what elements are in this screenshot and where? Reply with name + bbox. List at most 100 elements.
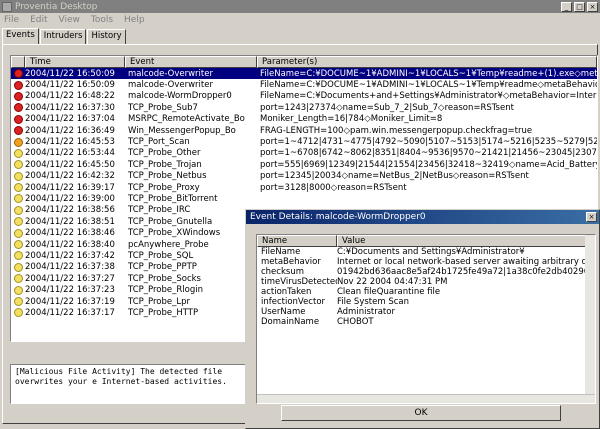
detail-value: C:¥Documents and Settings¥Administrator¥ [337, 247, 525, 257]
detail-value: File System Scan [337, 297, 409, 307]
event-row[interactable]: 2004/11/22 16:50:09 malcode-Overwriter Fil… [11, 68, 597, 80]
low-severity-icon [13, 285, 23, 295]
high-severity-icon [13, 103, 23, 113]
menu-help[interactable]: Help [124, 15, 145, 25]
event-cell: TCP_Probe_Gnutella [128, 216, 213, 227]
event-cell: TCP_Probe_PPTP [128, 262, 197, 273]
header-time[interactable]: Time [25, 56, 125, 68]
event-cell: TCP_Probe_Lpr [128, 296, 190, 307]
title-bar: Proventia Desktop _ □ × [0, 0, 600, 13]
severity-cell [11, 137, 25, 147]
low-severity-icon [13, 274, 23, 284]
menu-view[interactable]: View [59, 15, 80, 25]
parameter-cell: port=12345|20034◇name=NetBus_2|NetBus◇re… [260, 171, 529, 182]
header-name[interactable]: Name [257, 235, 337, 247]
detail-row[interactable]: UserName Administrator [257, 307, 595, 317]
time-cell: 2004/11/22 16:37:30 [25, 102, 115, 113]
menu-bar: File Edit View Tools Help [0, 13, 600, 27]
detail-name: infectionVector [261, 297, 326, 307]
menu-edit[interactable]: Edit [30, 15, 47, 25]
details-vertical-scrollbar[interactable] [585, 235, 595, 403]
severity-cell [11, 217, 25, 227]
detail-name: DomainName [261, 317, 320, 327]
detail-name: FileName [261, 247, 301, 257]
event-cell: TCP_Probe_IRC [128, 205, 191, 216]
low-severity-icon [13, 308, 23, 318]
time-cell: 2004/11/22 16:37:42 [25, 250, 115, 261]
event-details-dialog: Event Details: malcode-WormDropper0 × Na… [245, 209, 600, 429]
parameter-cell: port=555|6969|12349|21544|21554|23456|32… [260, 159, 597, 170]
event-cell: MSRPC_RemoteActivate_Bo [128, 114, 245, 125]
detail-name: metaBehavior [261, 257, 321, 267]
high-severity-icon [13, 114, 23, 124]
tab-events[interactable]: Events [2, 28, 39, 44]
low-severity-icon [13, 240, 23, 250]
high-severity-icon [13, 91, 23, 101]
low-severity-icon [13, 194, 23, 204]
maximize-button[interactable]: □ [574, 1, 585, 12]
severity-cell [11, 228, 25, 238]
detail-value: Administrator [337, 307, 395, 317]
menu-tools[interactable]: Tools [91, 15, 113, 25]
event-row[interactable]: 2004/11/22 16:50:09 malcode-Overwriter Fil… [11, 79, 597, 90]
severity-cell [11, 69, 25, 79]
parameter-cell: port=1~6708|6742~8062|8351|8404~9536|957… [260, 148, 597, 159]
detail-row[interactable]: checksum 01942bd636aac8e5af24b1725fe49a72… [257, 267, 595, 277]
severity-cell [11, 262, 25, 272]
time-cell: 2004/11/22 16:37:19 [25, 296, 115, 307]
low-severity-icon [13, 148, 23, 158]
parameter-cell: FileName=C:¥DOCUME~1¥ADMINI~1¥LOCALS~1¥T… [260, 68, 597, 79]
severity-cell [11, 80, 25, 90]
header-event[interactable]: Event [125, 56, 257, 68]
detail-row[interactable]: metaBehavior Internet or local network-ba… [257, 257, 595, 267]
event-cell: TCP_Probe_Trojan [128, 159, 202, 170]
event-cell: TCP_Probe_BitTorrent [128, 193, 218, 204]
close-button[interactable]: × [587, 1, 598, 12]
minimize-button[interactable]: _ [561, 1, 572, 12]
event-row[interactable]: 2004/11/22 16:37:30 TCP_Probe_Sub7 port=12… [11, 102, 597, 113]
time-cell: 2004/11/22 16:37:17 [25, 307, 115, 318]
detail-value: Internet or local network-based server a… [337, 257, 595, 267]
event-cell: TCP_Probe_SQL [128, 250, 194, 261]
detail-row[interactable]: infectionVector File System Scan [257, 297, 595, 307]
details-horizontal-scrollbar[interactable] [257, 394, 595, 403]
severity-cell [11, 103, 25, 113]
header-parameters[interactable]: Parameter(s) [257, 56, 597, 68]
app-icon [2, 1, 12, 12]
low-severity-icon [13, 262, 23, 272]
tab-history[interactable]: History [87, 29, 126, 44]
tab-intruders[interactable]: Intruders [39, 29, 87, 44]
severity-cell [11, 91, 25, 101]
detail-value: 01942bd636aac8e5af24b1725fe49a72|1a38c0f… [337, 267, 595, 277]
event-row[interactable]: 2004/11/22 16:48:22 malcode-WormDropper0 F… [11, 91, 597, 102]
detail-value: Clean fileQuarantine file [337, 287, 441, 297]
detail-row[interactable]: FileName C:¥Documents and Settings¥Admini… [257, 247, 595, 257]
header-value[interactable]: Value [337, 235, 595, 247]
event-row[interactable]: 2004/11/22 16:39:17 TCP_Probe_Proxy port=3… [11, 182, 597, 193]
header-icon-column[interactable] [11, 56, 25, 68]
severity-cell [11, 171, 25, 181]
dialog-title-bar: Event Details: malcode-WormDropper0 × [246, 210, 599, 224]
event-row[interactable]: 2004/11/22 16:53:44 TCP_Probe_Other port=1… [11, 148, 597, 159]
severity-cell [11, 308, 25, 318]
detail-row[interactable]: DomainName CHOBOT [257, 317, 595, 327]
time-cell: 2004/11/22 16:37:27 [25, 273, 115, 284]
time-cell: 2004/11/22 16:53:44 [25, 148, 115, 159]
details-table[interactable]: Name Value FileName C:¥Documents and Sett… [256, 234, 596, 404]
menu-file[interactable]: File [4, 15, 19, 25]
time-cell: 2004/11/22 16:39:17 [25, 182, 115, 193]
event-row[interactable]: 2004/11/22 16:42:32 TCP_Probe_Netbus port=… [11, 171, 597, 182]
event-row[interactable]: 2004/11/22 16:39:00 TCP_Probe_BitTorrent [11, 193, 597, 204]
severity-cell [11, 126, 25, 136]
event-row[interactable]: 2004/11/22 16:45:50 TCP_Probe_Trojan port=… [11, 159, 597, 170]
time-cell: 2004/11/22 16:48:22 [25, 91, 115, 102]
event-row[interactable]: 2004/11/22 16:45:53 TCP_Port_Scan port=1~4… [11, 136, 597, 147]
detail-row[interactable]: actionTaken Clean fileQuarantine file [257, 287, 595, 297]
event-row[interactable]: 2004/11/22 16:36:49 Win_MessengerPopup_Bo… [11, 125, 597, 136]
ok-button[interactable]: OK [281, 405, 561, 421]
dialog-close-button[interactable]: × [586, 212, 597, 222]
time-cell: 2004/11/22 16:38:40 [25, 239, 115, 250]
detail-row[interactable]: timeVirusDetected Nov 22 2004 04:47:31 PM [257, 277, 595, 287]
severity-cell [11, 205, 25, 215]
event-row[interactable]: 2004/11/22 16:37:04 MSRPC_RemoteActivate_… [11, 114, 597, 125]
